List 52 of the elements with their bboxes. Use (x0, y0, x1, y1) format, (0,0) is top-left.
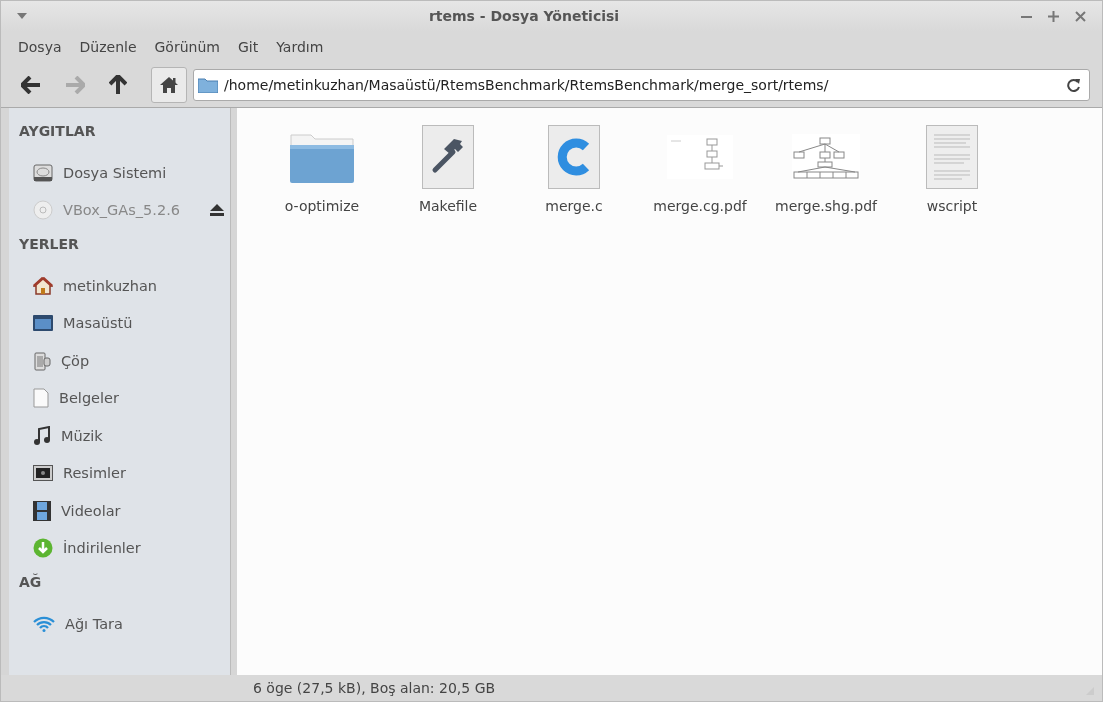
file-name[interactable]: merge.cg.pdf (653, 198, 747, 214)
sidebar-item[interactable]: İndirilenler (63, 540, 224, 557)
disc-icon (33, 200, 53, 221)
sidebar-item[interactable]: Dosya Sistemi (63, 164, 224, 181)
c-file-icon[interactable] (548, 125, 600, 189)
up-arrow-icon[interactable] (109, 75, 127, 95)
menu-item[interactable]: Git (228, 39, 268, 55)
menu-item[interactable]: Görünüm (145, 39, 229, 55)
file-name[interactable]: wscript (926, 198, 978, 214)
hammer-file-icon[interactable] (422, 125, 474, 189)
maximize-icon[interactable] (1048, 10, 1059, 22)
file-name[interactable]: merge.shg.pdf (775, 198, 877, 214)
location-field[interactable]: /home/metinkuzhan/Masaüstü/RtemsBenchmark/RtemsBenchmark/merge_sort/rtems/ (193, 69, 1090, 101)
sidebar-item[interactable]: Belgeler (59, 390, 224, 407)
section-heading: AYGITLAR (19, 122, 97, 141)
status-text: 6 öge (27,5 kB), Boş alan: 20,5 GB (253, 680, 496, 696)
folder-icon (198, 77, 218, 93)
desktop-icon (33, 315, 53, 332)
file-name[interactable]: merge.c (545, 198, 603, 214)
window-menu-icon[interactable] (17, 13, 27, 19)
eject-icon[interactable] (210, 204, 224, 217)
reload-icon[interactable] (1067, 77, 1081, 93)
close-icon[interactable] (1075, 10, 1086, 22)
drive-icon (33, 163, 53, 182)
file-name[interactable]: o-optimize (284, 198, 360, 214)
sidebar-item[interactable]: metinkuzhan (63, 277, 224, 294)
sidebar-item[interactable]: Çöp (61, 352, 224, 369)
window-title: rtems - Dosya Yöneticisi (427, 8, 621, 24)
sidebar-item[interactable]: Masaüstü (63, 315, 224, 332)
tree-diagram-thumbnail[interactable] (792, 134, 860, 180)
home-button[interactable] (151, 67, 187, 103)
menu-item[interactable]: Düzenle (70, 39, 146, 55)
sidebar-item[interactable]: Resimler (63, 465, 224, 482)
trash-icon (33, 350, 51, 371)
document-icon (33, 388, 49, 409)
section-heading: AĞ (19, 572, 43, 592)
back-arrow-icon[interactable] (21, 76, 41, 94)
menu-item[interactable]: Yardım (267, 39, 333, 55)
section-heading: YERLER (19, 235, 80, 254)
home-icon (159, 76, 179, 94)
wifi-icon (33, 615, 55, 632)
sidebar-item[interactable]: Ağı Tara (65, 615, 224, 632)
folder-icon[interactable] (289, 131, 355, 183)
download-icon (33, 538, 53, 559)
picture-icon (33, 465, 53, 482)
music-note-icon (33, 425, 51, 446)
film-icon (33, 500, 51, 521)
house-icon (33, 276, 53, 295)
sidebar-item[interactable]: Videolar (61, 502, 224, 519)
sidebar-item[interactable]: Müzik (61, 427, 224, 444)
menu-item[interactable]: Dosya (9, 39, 71, 55)
file-name[interactable]: Makefile (418, 198, 478, 214)
